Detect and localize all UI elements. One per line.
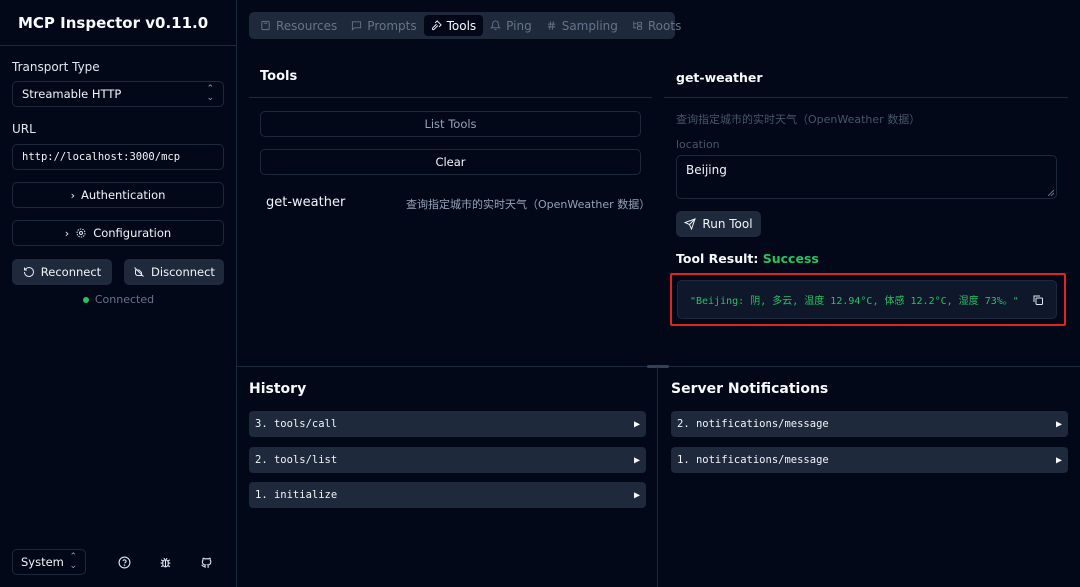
authentication-toggle[interactable]: › Authentication — [12, 182, 224, 208]
tab-label: Ping — [506, 18, 532, 33]
history-item-label: 2. tools/list — [255, 454, 338, 466]
list-tools-button[interactable]: List Tools — [260, 111, 641, 137]
location-input[interactable]: Beijing — [676, 155, 1057, 199]
tool-description: 查询指定城市的实时天气（OpenWeather 数据） — [406, 198, 651, 211]
hash-icon — [547, 21, 555, 30]
github-icon[interactable] — [198, 554, 214, 570]
chevron-right-icon: › — [70, 188, 75, 202]
divider — [664, 97, 1068, 98]
status-dot — [82, 296, 89, 303]
configuration-toggle[interactable]: › Configuration — [12, 220, 224, 246]
disconnect-label: Disconnect — [151, 265, 215, 279]
clear-label: Clear — [435, 155, 466, 169]
tab-sampling[interactable]: Sampling — [539, 15, 625, 36]
bell-icon — [490, 20, 502, 31]
tool-result-heading: Tool Result: Success — [676, 251, 819, 266]
notification-item[interactable]: 2. notifications/message ▶ — [671, 411, 1068, 437]
prompts-icon — [352, 21, 362, 31]
divider-vertical — [657, 367, 658, 587]
resize-handle[interactable] — [647, 365, 669, 368]
sidebar-footer: System ⌃ ⌄ — [12, 549, 224, 575]
sidebar: MCP Inspector v0.11.0 Transport Type Str… — [0, 0, 237, 587]
tab-label: Roots — [647, 18, 682, 33]
history-item[interactable]: 1. initialize ▶ — [249, 482, 646, 508]
bug-icon[interactable] — [157, 554, 173, 570]
rotate-ccw-icon — [23, 267, 34, 277]
url-value: http://localhost:3000/mcp — [22, 151, 181, 163]
chevrons-up-down-icon: ⌃ ⌄ — [69, 552, 77, 571]
help-icon[interactable] — [116, 554, 132, 570]
tab-label: Resources — [276, 18, 338, 33]
resize-handle-icon[interactable] — [1048, 190, 1054, 196]
history-item-label: 1. initialize — [255, 489, 338, 501]
tools-panel-title: Tools — [260, 69, 298, 84]
tab-label: Tools — [446, 18, 477, 33]
copy-icon[interactable] — [1032, 294, 1044, 306]
transport-type-label: Transport Type — [12, 60, 100, 74]
notifications-title: Server Notifications — [671, 381, 829, 397]
transport-type-value: Streamable HTTP — [22, 87, 122, 101]
main-tabs: Resources Prompts Tools Ping Sampling Ro… — [249, 12, 681, 39]
app-title: MCP Inspector v0.11.0 — [0, 0, 236, 46]
disconnect-button[interactable]: Disconnect — [124, 259, 224, 285]
resources-icon — [261, 20, 270, 31]
tool-result-status: Success — [762, 251, 819, 266]
play-icon: ▶ — [633, 454, 640, 466]
tool-name: get-weather — [266, 195, 346, 210]
settings-icon — [76, 228, 86, 238]
play-icon: ▶ — [1055, 454, 1062, 466]
chevrons-up-down-icon: ⌃ ⌄ — [206, 84, 214, 103]
url-label: URL — [12, 122, 36, 136]
tool-detail-description: 查询指定城市的实时天气（OpenWeather 数据） — [676, 113, 921, 126]
history-item-label: 3. tools/call — [255, 418, 338, 430]
notification-item-label: 2. notifications/message — [677, 418, 829, 430]
status-text: Connected — [94, 293, 155, 306]
divider — [249, 97, 652, 98]
hammer-icon — [431, 20, 442, 31]
history-item[interactable]: 2. tools/list ▶ — [249, 447, 646, 473]
configuration-label: Configuration — [93, 226, 172, 240]
tab-label: Sampling — [561, 18, 618, 33]
reconnect-label: Reconnect — [40, 265, 102, 279]
transport-type-select[interactable]: Streamable HTTP ⌃ ⌄ — [12, 81, 224, 107]
tab-prompts[interactable]: Prompts — [344, 15, 423, 36]
list-tools-label: List Tools — [424, 117, 477, 131]
param-label: location — [676, 138, 720, 151]
tab-tools[interactable]: Tools — [423, 15, 484, 36]
location-value: Beijing — [686, 163, 727, 177]
send-icon — [684, 218, 697, 230]
connection-status: Connected — [0, 293, 237, 306]
history-item[interactable]: 3. tools/call ▶ — [249, 411, 646, 437]
tab-roots[interactable]: Roots — [625, 15, 688, 36]
tool-result-label: Tool Result: — [676, 251, 759, 266]
authentication-label: Authentication — [80, 188, 166, 202]
reconnect-button[interactable]: Reconnect — [12, 259, 112, 285]
play-icon: ▶ — [1055, 418, 1062, 430]
play-icon: ▶ — [633, 489, 640, 501]
tool-result-box: "Beijing: 阴, 多云, 温度 12.94°C, 体感 12.2°C, … — [677, 280, 1057, 319]
tab-ping[interactable]: Ping — [483, 15, 539, 36]
clear-button[interactable]: Clear — [260, 149, 641, 175]
notification-item-label: 1. notifications/message — [677, 454, 829, 466]
chevron-right-icon: › — [64, 226, 70, 240]
url-input[interactable]: http://localhost:3000/mcp — [12, 144, 224, 170]
tool-detail-title: get-weather — [676, 70, 763, 85]
folder-tree-icon — [633, 21, 642, 30]
tab-resources[interactable]: Resources — [253, 15, 344, 36]
tab-label: Prompts — [367, 18, 417, 33]
notification-item[interactable]: 1. notifications/message ▶ — [671, 447, 1068, 473]
play-icon: ▶ — [633, 418, 640, 430]
theme-value: System — [21, 555, 64, 569]
history-title: History — [249, 381, 307, 397]
theme-select[interactable]: System ⌃ ⌄ — [12, 549, 86, 575]
unplug-icon — [134, 267, 144, 277]
run-tool-label: Run Tool — [702, 217, 753, 231]
run-tool-button[interactable]: Run Tool — [676, 211, 761, 237]
tool-result-text: "Beijing: 阴, 多云, 温度 12.94°C, 体感 12.2°C, … — [690, 296, 1019, 307]
